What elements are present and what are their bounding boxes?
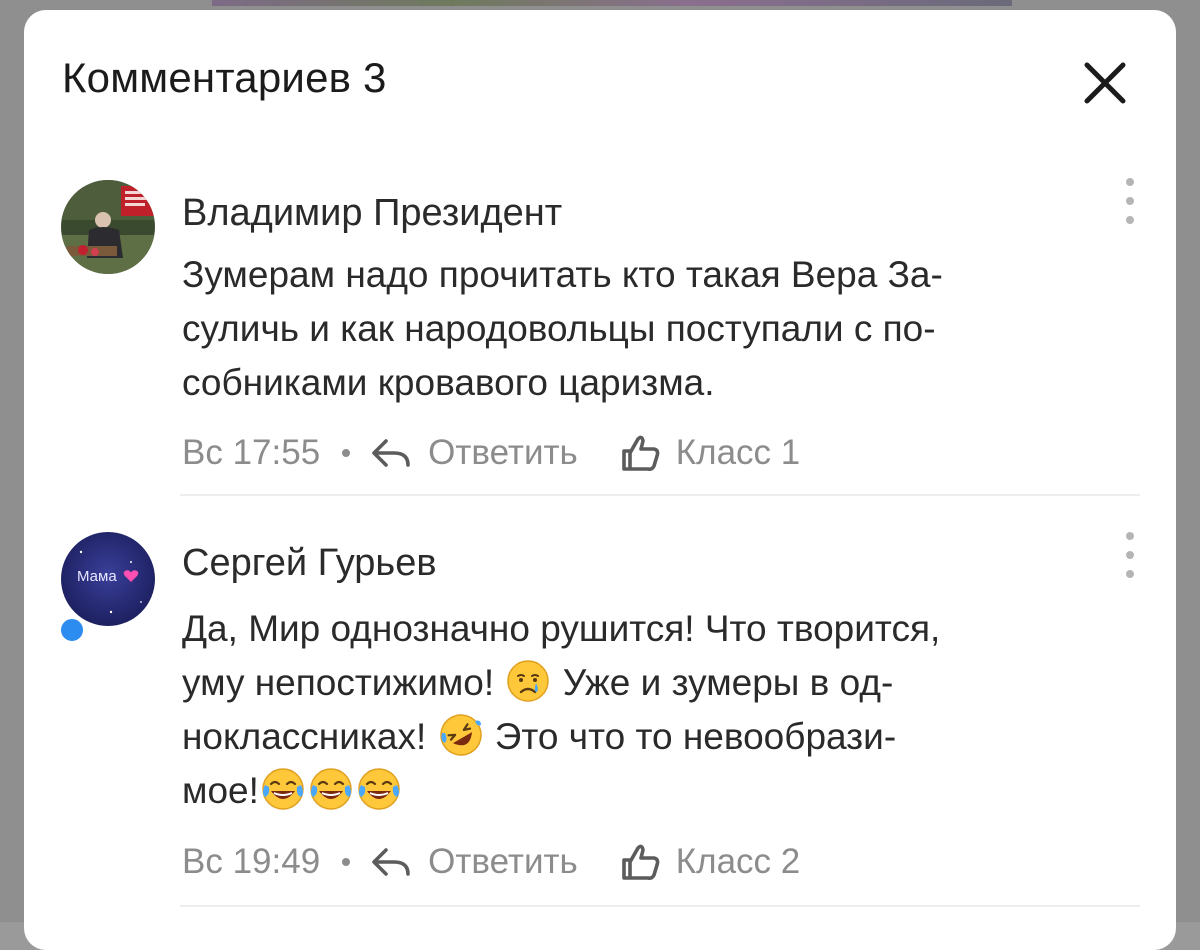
close-icon <box>1084 62 1126 104</box>
more-dot <box>1126 570 1134 578</box>
separator-dot <box>342 858 351 866</box>
online-status-dot <box>58 616 86 644</box>
background-media-strip <box>212 0 1012 6</box>
comment-author[interactable]: Сергей Гурьев <box>182 542 437 585</box>
comment-line: уму непостижимо! Уже и зумеры в од- <box>182 656 1142 710</box>
reply-button[interactable]: Ответить <box>370 842 578 882</box>
tears-of-joy-emoji <box>262 768 304 810</box>
reply-label: Ответить <box>428 433 578 472</box>
divider <box>180 905 1140 907</box>
thumbs-up-icon <box>621 844 660 880</box>
more-dot <box>1126 551 1134 559</box>
rolling-laughing-face-emoji <box>439 714 482 756</box>
comments-sheet: Комментариев 3 Владимир Президент Зумера… <box>24 10 1176 950</box>
comment-line: суличь и как народовольцы поступали с по… <box>182 308 936 349</box>
more-dot <box>1126 216 1134 224</box>
more-options-button[interactable] <box>1118 178 1142 224</box>
reply-icon <box>372 439 410 467</box>
avatar-label: Мама <box>77 568 117 585</box>
comment-line: Да, Мир однозначно рушится! Что творится… <box>182 608 941 649</box>
like-label: Класс 1 <box>675 433 801 472</box>
comment-time: Вс 19:49 <box>182 842 321 881</box>
close-button[interactable] <box>1076 54 1134 112</box>
comment-time: Вс 17:55 <box>182 433 321 472</box>
reply-icon <box>372 848 410 876</box>
comment-line: Зумерам надо прочитать кто такая Вера За… <box>182 254 943 295</box>
photo-avatar-image <box>61 180 155 274</box>
avatar[interactable]: Мама <box>61 532 155 626</box>
more-options-button[interactable] <box>1118 532 1142 578</box>
tears-of-joy-emoji <box>310 768 352 810</box>
reply-label: Ответить <box>428 842 578 881</box>
heart-icon <box>123 570 139 582</box>
more-dot <box>1126 178 1134 186</box>
crying-face-emoji <box>507 660 550 702</box>
comment-text: Зумерам надо прочитать кто такая Вера За… <box>182 248 1142 410</box>
comment-meta: Вс 19:49 Ответить Класс 2 <box>182 840 800 884</box>
comment-line: мое! <box>182 764 1142 818</box>
comment-text: Да, Мир однозначно рушится! Что творится… <box>182 602 1142 818</box>
comment-line: собниками кровавого царизма. <box>182 362 715 403</box>
avatar[interactable] <box>61 180 155 274</box>
like-button[interactable]: Класс 1 <box>620 433 800 473</box>
separator-dot <box>342 449 351 457</box>
more-dot <box>1126 197 1134 205</box>
divider <box>180 494 1140 496</box>
comment-meta: Вс 17:55 Ответить Класс 1 <box>182 431 800 475</box>
comment-line: ноклассниках! Это что то невообрази- <box>182 710 1142 764</box>
tears-of-joy-emoji <box>358 768 400 810</box>
like-button[interactable]: Класс 2 <box>620 842 800 882</box>
sheet-title: Комментариев 3 <box>62 54 387 101</box>
more-dot <box>1126 532 1134 540</box>
comment-author[interactable]: Владимир Президент <box>182 192 562 235</box>
reply-button[interactable]: Ответить <box>370 433 578 473</box>
like-label: Класс 2 <box>675 842 801 881</box>
thumbs-up-icon <box>621 435 660 471</box>
